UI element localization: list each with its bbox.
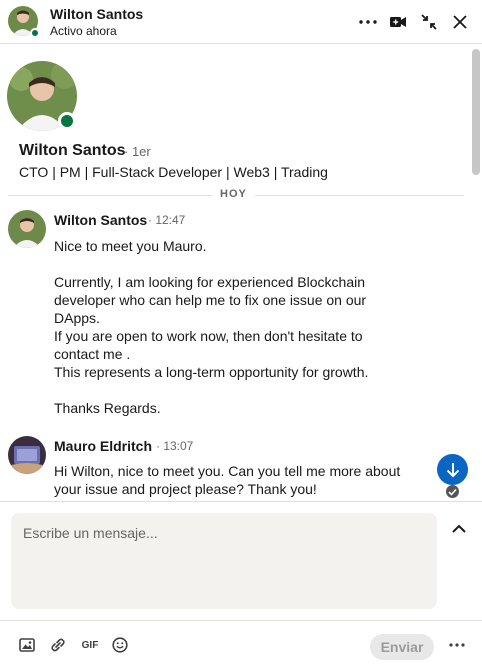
attach-image-button[interactable] xyxy=(17,635,37,655)
header-name[interactable]: Wilton Santos xyxy=(50,6,143,22)
minimize-button[interactable] xyxy=(417,10,441,34)
chevron-up-icon xyxy=(452,524,466,533)
date-divider-label: HOY xyxy=(212,188,255,200)
jump-to-latest-button[interactable] xyxy=(437,454,468,485)
gif-label: GIF xyxy=(81,639,99,651)
emoji-button[interactable] xyxy=(110,635,130,655)
connection-degree: · 1er xyxy=(124,144,151,159)
conversation-thread[interactable]: Wilton Santos · 1er CTO | PM | Full-Stac… xyxy=(0,45,482,500)
composer-area xyxy=(0,501,482,619)
presence-indicator xyxy=(58,112,76,130)
minimize-icon xyxy=(421,14,437,30)
more-icon xyxy=(359,20,377,24)
attach-file-button[interactable] xyxy=(48,635,68,655)
message-body: Nice to meet you Mauro. Currently, I am … xyxy=(54,238,369,416)
message-timestamp: · 13:07 xyxy=(156,439,194,453)
close-icon xyxy=(453,15,467,29)
check-icon xyxy=(448,488,457,496)
chat-header: Wilton Santos Activo ahora xyxy=(0,0,482,44)
read-receipt xyxy=(446,485,459,498)
profile-name[interactable]: Wilton Santos xyxy=(19,142,126,160)
message-timestamp: · 12:47 xyxy=(148,213,186,227)
send-options-button[interactable] xyxy=(446,635,468,655)
message-sender[interactable]: Wilton Santos xyxy=(54,212,147,228)
image-icon xyxy=(19,638,35,652)
message-sender[interactable]: Mauro Eldritch xyxy=(54,438,152,454)
message-input[interactable] xyxy=(11,513,437,609)
close-button[interactable] xyxy=(448,10,472,34)
presence-indicator xyxy=(30,28,40,38)
sender-avatar[interactable] xyxy=(8,210,46,248)
gif-button[interactable]: GIF xyxy=(79,635,101,655)
more-icon xyxy=(449,643,465,647)
video-call-icon xyxy=(390,17,406,27)
emoji-icon xyxy=(112,637,128,653)
expand-composer-button[interactable] xyxy=(449,518,469,538)
arrow-down-icon xyxy=(446,462,459,477)
more-options-button[interactable] xyxy=(356,10,380,34)
composer-toolbar: GIF Enviar xyxy=(0,620,482,668)
profile-headline: CTO | PM | Full-Stack Developer | Web3 |… xyxy=(19,164,328,180)
attachment-icon xyxy=(51,638,65,652)
sender-avatar[interactable] xyxy=(8,436,46,474)
header-status: Activo ahora xyxy=(50,24,117,38)
message-body: Hi Wilton, nice to meet you. Can you tel… xyxy=(54,463,405,497)
send-button[interactable]: Enviar xyxy=(370,634,434,660)
scrollbar-thumb[interactable] xyxy=(472,49,480,175)
video-call-button[interactable] xyxy=(386,10,410,34)
